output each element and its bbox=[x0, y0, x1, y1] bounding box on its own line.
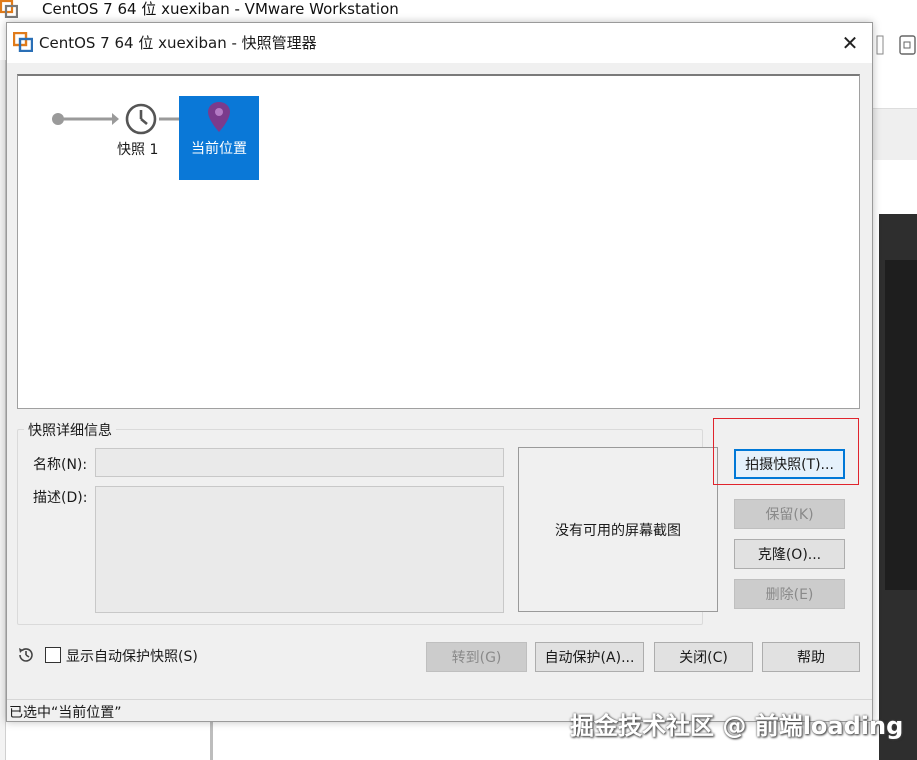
tree-arrow-head bbox=[112, 113, 119, 125]
snapshot-manager-dialog: CentOS 7 64 位 xuexiban - 快照管理器 ✕ 快照 1 当前… bbox=[6, 22, 873, 722]
snapshot-tree[interactable]: 快照 1 当前位置 bbox=[17, 74, 860, 409]
clock-icon[interactable] bbox=[124, 102, 158, 136]
parent-window-title: CentOS 7 64 位 xuexiban - VMware Workstat… bbox=[42, 0, 399, 18]
screenshot-placeholder-text: 没有可用的屏幕截图 bbox=[555, 522, 681, 539]
location-pin-icon bbox=[208, 102, 230, 132]
goto-button[interactable]: 转到(G) bbox=[426, 642, 527, 672]
show-autoprotect-checkbox[interactable] bbox=[45, 647, 61, 663]
snapshot-node-label[interactable]: 快照 1 bbox=[117, 139, 158, 159]
dialog-title: CentOS 7 64 位 xuexiban - 快照管理器 bbox=[39, 34, 317, 52]
current-position-label: 当前位置 bbox=[191, 141, 247, 157]
keep-button[interactable]: 保留(K) bbox=[734, 499, 845, 529]
delete-button[interactable]: 删除(E) bbox=[734, 579, 845, 609]
close-icon[interactable]: ✕ bbox=[837, 31, 863, 55]
vmware-app-icon bbox=[0, 0, 18, 18]
show-autoprotect-label[interactable]: 显示自动保护快照(S) bbox=[66, 646, 198, 666]
status-text: 已选中“当前位置” bbox=[9, 705, 122, 721]
history-icon bbox=[19, 648, 33, 662]
watermark: 掘金技术社区 @ 前端loading bbox=[570, 712, 904, 740]
screenshot-preview: 没有可用的屏幕截图 bbox=[518, 447, 718, 612]
dialog-titlebar: CentOS 7 64 位 xuexiban - 快照管理器 ✕ bbox=[7, 23, 872, 63]
name-field[interactable] bbox=[95, 448, 504, 477]
current-position-node[interactable]: 当前位置 bbox=[179, 96, 259, 180]
close-button[interactable]: 关闭(C) bbox=[654, 642, 753, 672]
help-button[interactable]: 帮助 bbox=[762, 642, 860, 672]
parent-window-side-panel bbox=[873, 108, 917, 160]
autoprotect-button[interactable]: 自动保护(A)... bbox=[535, 642, 644, 672]
take-snapshot-button[interactable]: 拍摄快照(T)... bbox=[734, 449, 845, 479]
clone-button[interactable]: 克隆(O)... bbox=[734, 539, 845, 569]
description-field[interactable] bbox=[95, 486, 504, 613]
name-label: 名称(N): bbox=[33, 457, 88, 473]
vm-console-inner bbox=[885, 260, 917, 590]
snapshot-details-legend: 快照详细信息 bbox=[24, 420, 116, 440]
description-label: 描述(D): bbox=[33, 490, 88, 506]
snapshot-tree-connectors bbox=[52, 113, 196, 125]
parent-toolbar-icons bbox=[876, 35, 916, 55]
vmware-dialog-icon bbox=[13, 32, 33, 52]
parent-window-titlebar: CentOS 7 64 位 xuexiban - VMware Workstat… bbox=[0, 0, 917, 22]
